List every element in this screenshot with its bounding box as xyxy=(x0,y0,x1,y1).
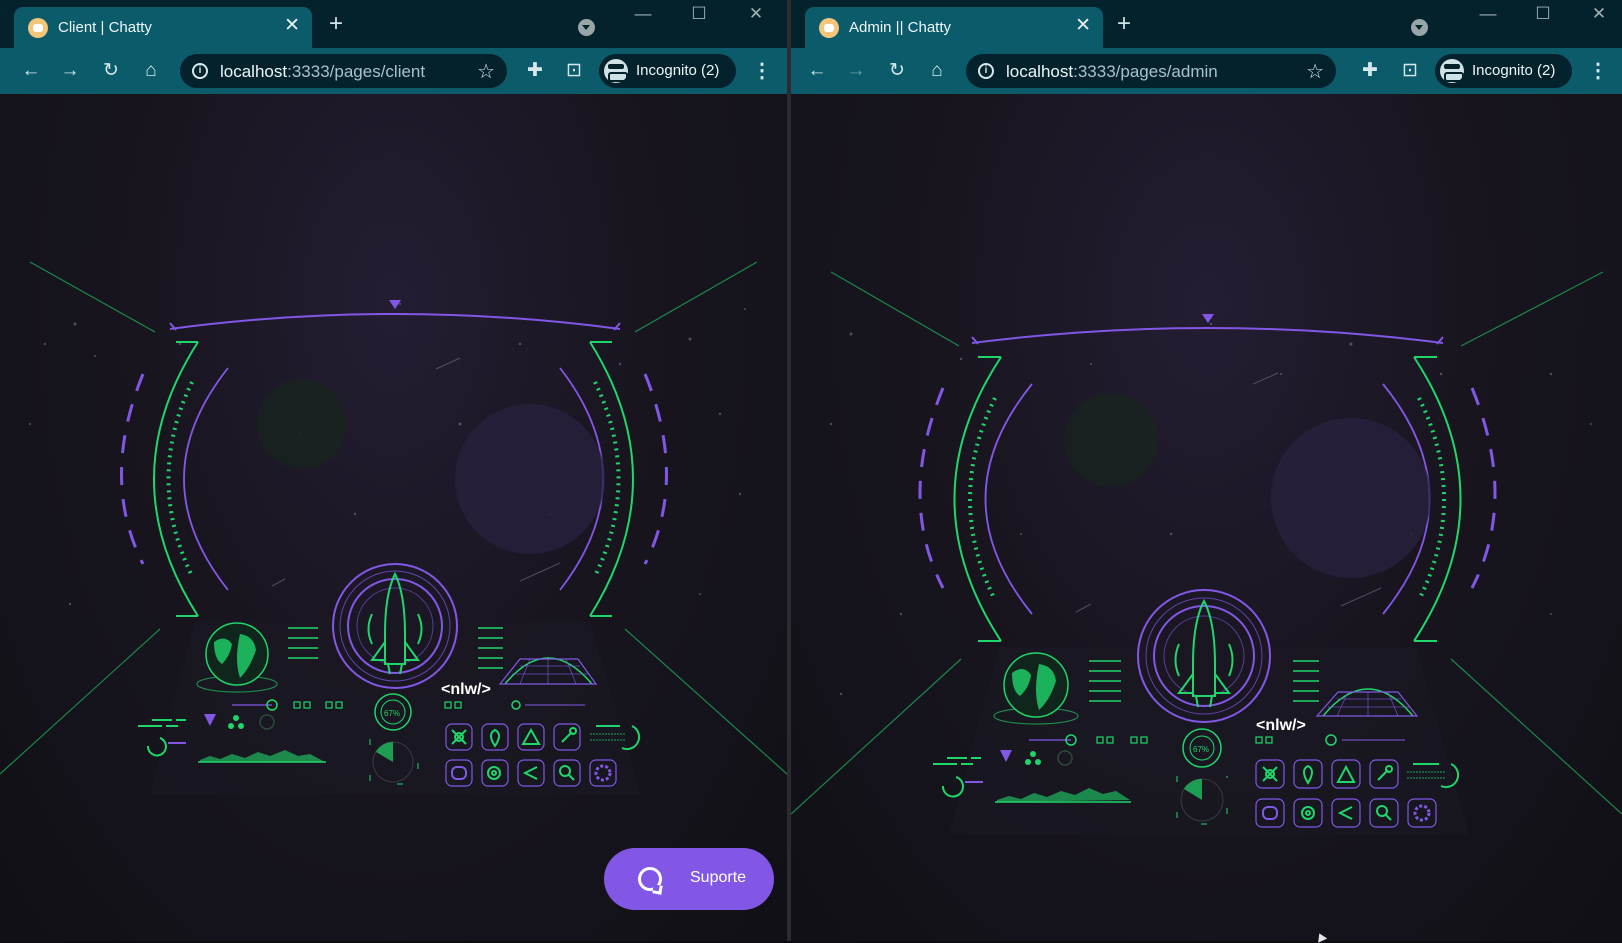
site-info-icon[interactable]: i xyxy=(978,63,994,79)
tab-title: Client | Chatty xyxy=(58,19,152,36)
tab-admin-chatty[interactable]: Admin || Chatty ✕ xyxy=(805,7,1103,48)
chatty-favicon-icon xyxy=(819,18,839,38)
tab-search-icon[interactable] xyxy=(578,19,595,36)
extensions-puzzle-icon[interactable]: ✚ xyxy=(1357,58,1383,84)
support-chat-button[interactable]: Suporte xyxy=(604,848,774,910)
tab-close-icon[interactable]: ✕ xyxy=(1075,16,1091,36)
tab-title: Admin || Chatty xyxy=(849,19,951,36)
window-close-button[interactable]: ✕ xyxy=(741,4,771,24)
address-bar[interactable]: i localhost:3333/pages/client ☆ xyxy=(180,54,507,88)
address-bar[interactable]: i localhost:3333/pages/admin ☆ xyxy=(966,54,1336,88)
back-icon[interactable]: ← xyxy=(804,58,830,84)
maximize-button[interactable]: ☐ xyxy=(1528,4,1558,24)
site-info-icon[interactable]: i xyxy=(192,63,208,79)
browser-toolbar: ← → ↻ ⌂ i localhost:3333/pages/client ☆ … xyxy=(0,48,787,94)
maximize-button[interactable]: ☐ xyxy=(684,4,714,24)
tab-close-icon[interactable]: ✕ xyxy=(284,16,300,36)
chat-bubble-icon xyxy=(638,867,662,891)
cast-icon[interactable]: ⊡ xyxy=(561,58,587,84)
new-tab-button[interactable]: + xyxy=(329,12,343,36)
incognito-icon xyxy=(1440,59,1464,83)
tab-strip: Admin || Chatty ✕ + — ☐ ✕ xyxy=(791,0,1622,48)
chatty-favicon-icon xyxy=(28,18,48,38)
back-icon[interactable]: ← xyxy=(18,58,44,84)
support-button-label: Suporte xyxy=(690,869,747,886)
home-icon[interactable]: ⌂ xyxy=(138,58,164,84)
cast-icon[interactable]: ⊡ xyxy=(1397,58,1423,84)
incognito-profile-button[interactable]: Incognito (2) xyxy=(1435,54,1572,88)
tab-strip: Client | Chatty ✕ + — ☐ ✕ xyxy=(0,0,787,48)
browser-toolbar: ← → ↻ ⌂ i localhost:3333/pages/admin ☆ ✚… xyxy=(791,48,1622,94)
window-close-button[interactable]: ✕ xyxy=(1584,4,1614,24)
extensions-puzzle-icon[interactable]: ✚ xyxy=(522,58,548,84)
client-browser-window: Client | Chatty ✕ + — ☐ ✕ ← → ↻ ⌂ i loca… xyxy=(0,0,787,941)
tab-client-chatty[interactable]: Client | Chatty ✕ xyxy=(14,7,312,48)
reload-icon[interactable]: ↻ xyxy=(884,58,910,84)
spaceship-hud-illustration: <nlw/> 67% xyxy=(791,271,1622,834)
url-text[interactable]: localhost:3333/pages/admin xyxy=(1006,62,1218,82)
home-icon[interactable]: ⌂ xyxy=(924,58,950,84)
spaceship-hud-illustration: <nlw/> 67% xyxy=(0,261,787,794)
url-text[interactable]: localhost:3333/pages/client xyxy=(220,62,425,82)
incognito-label: Incognito (2) xyxy=(636,62,720,79)
tab-search-icon[interactable] xyxy=(1411,19,1428,36)
incognito-icon xyxy=(604,59,628,83)
forward-icon[interactable]: → xyxy=(57,58,83,84)
reload-icon[interactable]: ↻ xyxy=(98,58,124,84)
incognito-label: Incognito (2) xyxy=(1472,62,1556,79)
browser-menu-icon[interactable]: ⋮ xyxy=(752,58,772,84)
bookmark-star-icon[interactable]: ☆ xyxy=(1306,59,1324,84)
forward-icon[interactable]: → xyxy=(843,58,869,84)
incognito-profile-button[interactable]: Incognito (2) xyxy=(599,54,736,88)
minimize-button[interactable]: — xyxy=(628,4,658,24)
new-tab-button[interactable]: + xyxy=(1117,12,1131,36)
admin-page-content: <nlw/> 67% xyxy=(791,94,1622,941)
minimize-button[interactable]: — xyxy=(1473,4,1503,24)
hud-brand-logo: <nlw/> xyxy=(441,681,491,698)
browser-menu-icon[interactable]: ⋮ xyxy=(1588,58,1608,84)
hud-brand-logo: <nlw/> xyxy=(1256,717,1306,734)
hud-percent-gauge: 67% xyxy=(1193,745,1209,754)
admin-browser-window: Admin || Chatty ✕ + — ☐ ✕ ← → ↻ ⌂ i loca… xyxy=(791,0,1622,941)
bookmark-star-icon[interactable]: ☆ xyxy=(477,59,495,84)
client-page-content: <nlw/> 67% Suporte xyxy=(0,94,787,941)
hud-percent-gauge: 67% xyxy=(384,709,400,718)
